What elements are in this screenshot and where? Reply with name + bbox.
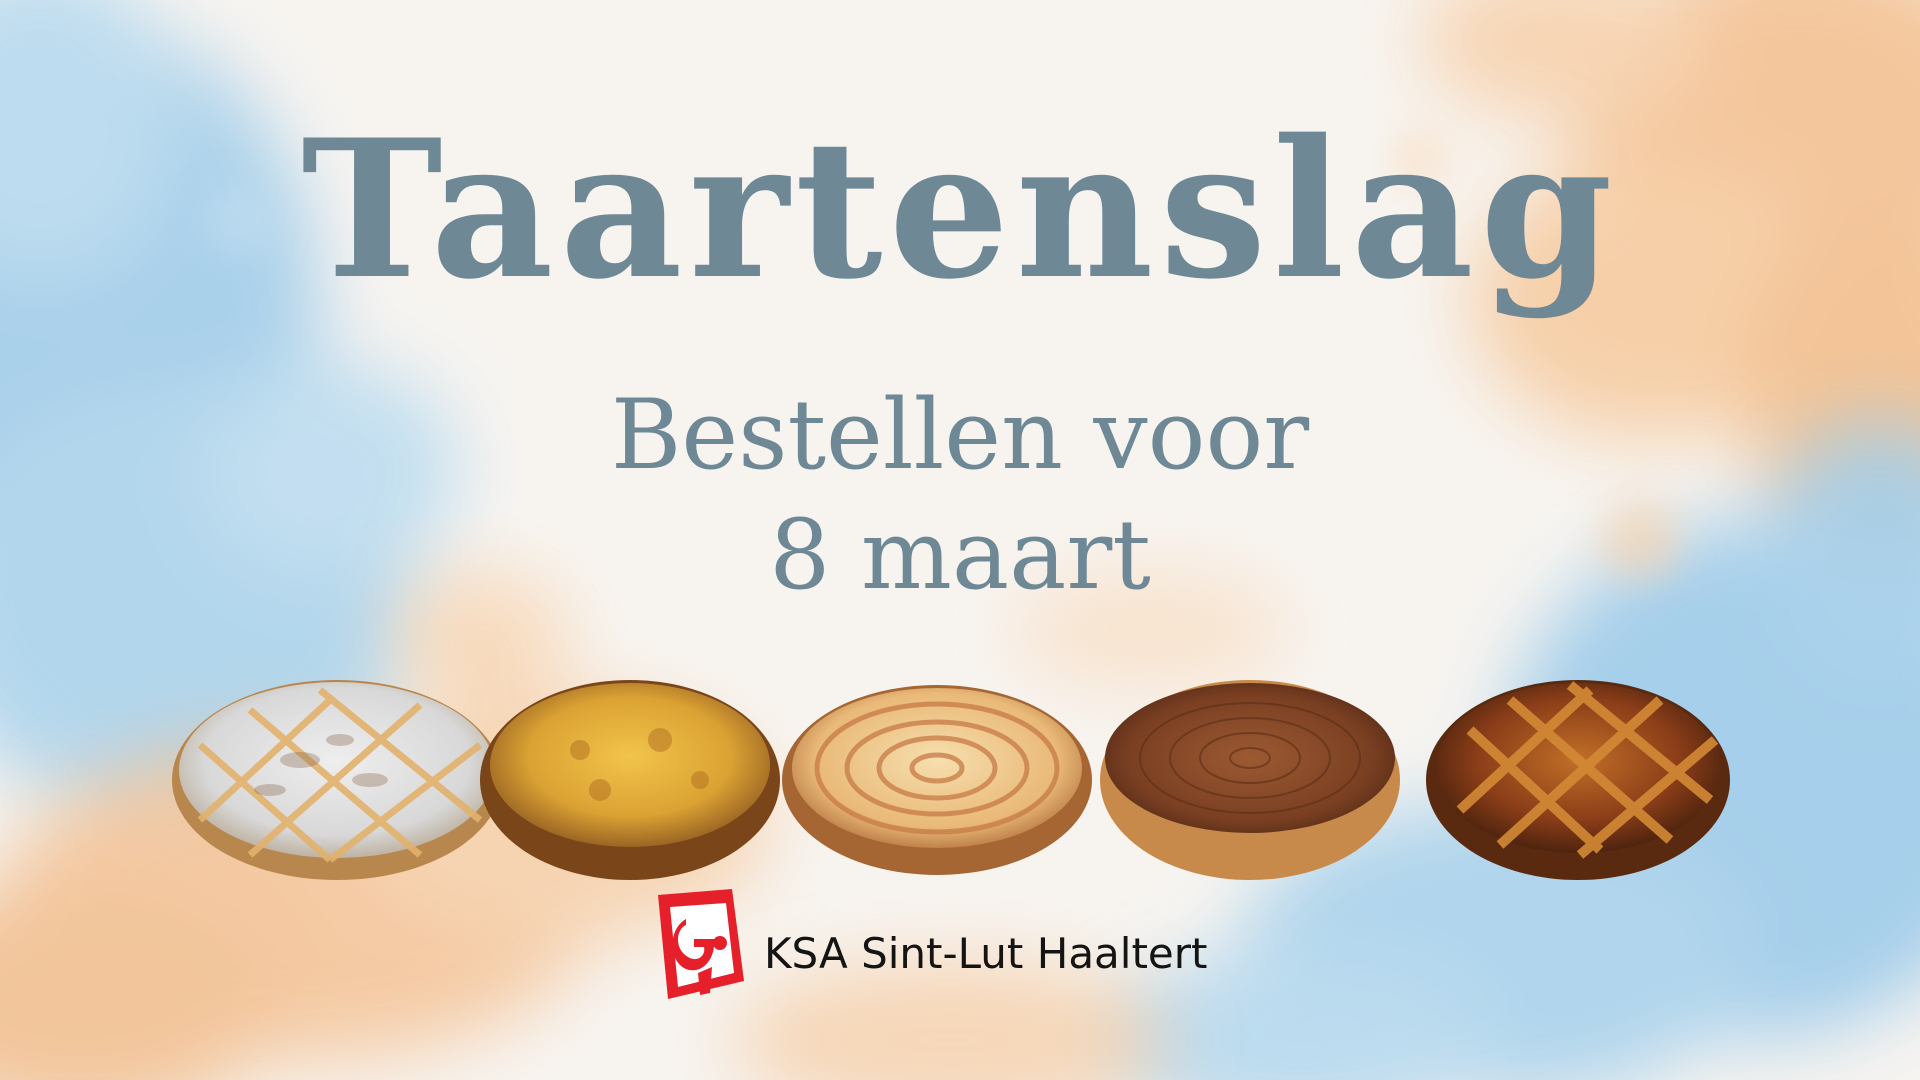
fruit-lattice-pie-icon — [1426, 680, 1730, 880]
poster-canvas: Taartenslag Bestellen voor 8 maart KSA S… — [0, 0, 1920, 1080]
organization-name: KSA Sint-Lut Haaltert — [764, 929, 1208, 978]
poster-title: Taartenslag — [301, 98, 1619, 321]
order-deadline-line2: 8 maart — [769, 499, 1151, 611]
order-deadline-line1: Bestellen voor — [610, 379, 1310, 491]
apple-pie-icon — [782, 685, 1092, 875]
lattice-pie-icon — [172, 680, 502, 880]
ksa-logo-icon — [658, 889, 744, 999]
chocolate-pie-icon — [1100, 680, 1400, 880]
pies-row — [172, 680, 1730, 880]
ksa-logo: KSA Sint-Lut Haaltert — [640, 885, 1300, 1005]
custard-pie-icon — [480, 680, 780, 880]
